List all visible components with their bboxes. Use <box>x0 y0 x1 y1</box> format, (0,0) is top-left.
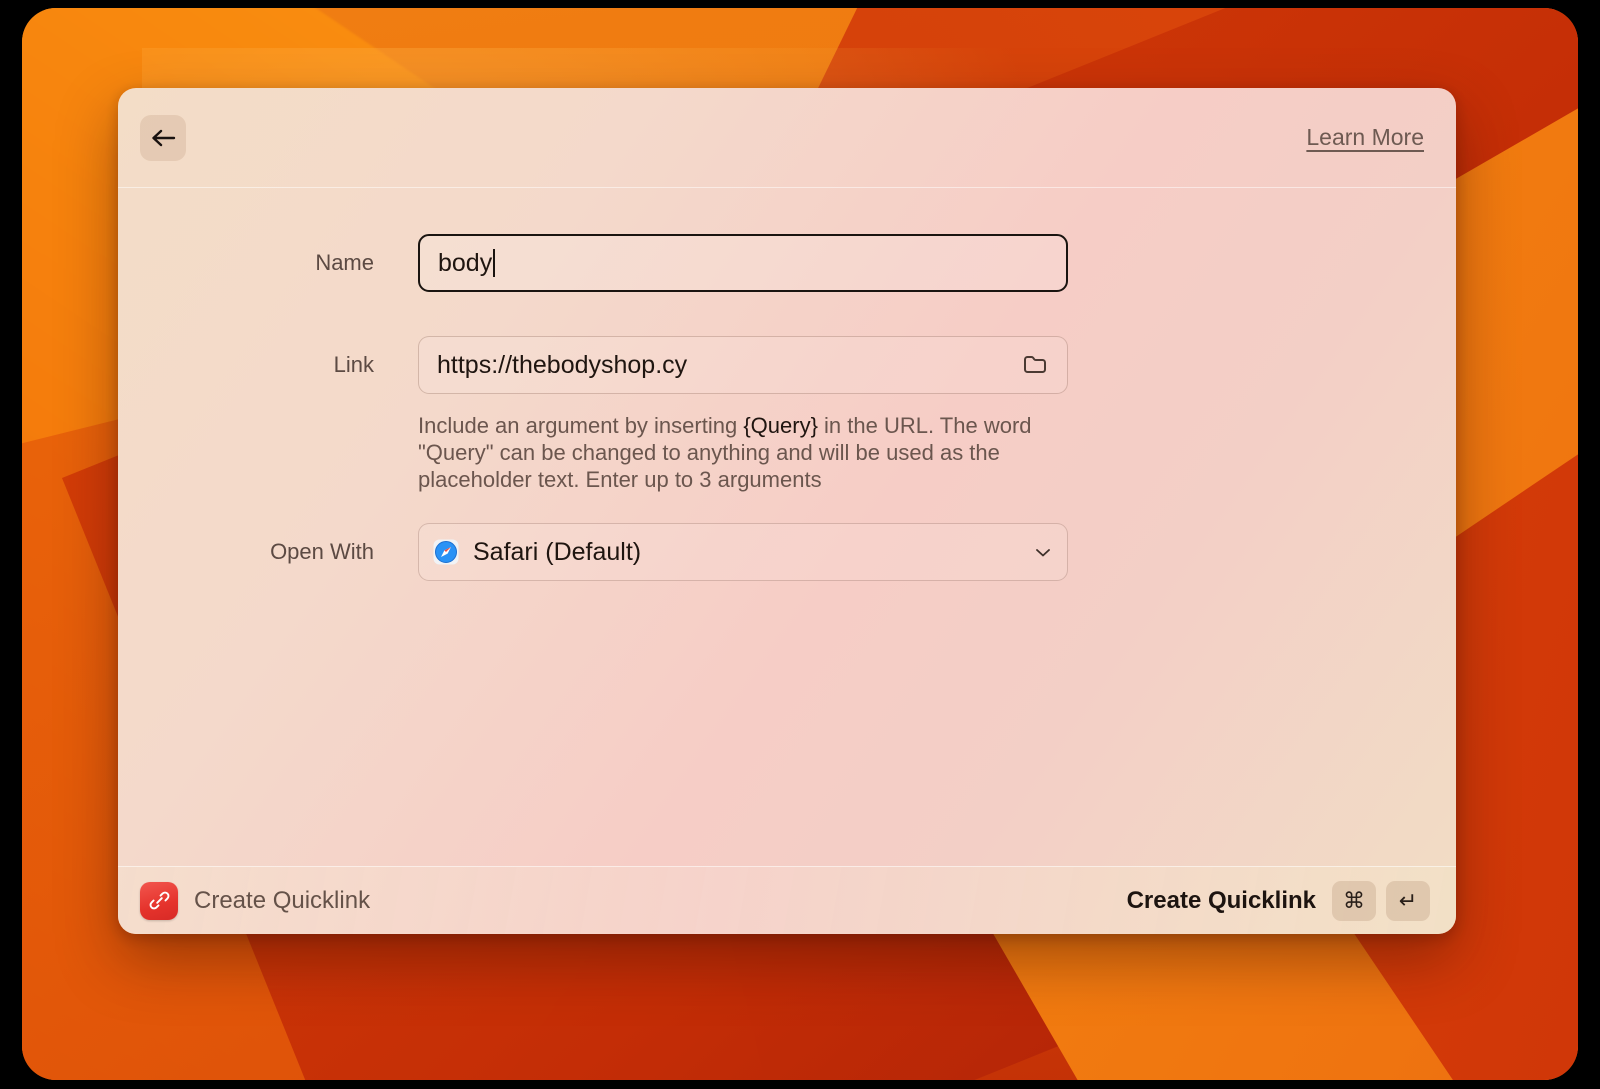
window-footer: Create Quicklink Create Quicklink ⌘ ↵ <box>118 866 1456 934</box>
helper-part-1: Include an argument by inserting <box>418 413 744 438</box>
name-label: Name <box>315 250 374 275</box>
safari-compass-icon <box>433 539 459 565</box>
browse-folder-button[interactable] <box>1019 349 1051 381</box>
footer-title: Create Quicklink <box>194 886 371 914</box>
learn-more-link[interactable]: Learn More <box>1306 124 1424 151</box>
quicklink-form: Name body Link https://thebodyshop.cy In… <box>118 188 1456 878</box>
back-button[interactable] <box>140 114 186 161</box>
arrow-left-icon <box>150 128 176 148</box>
link-input-value: https://thebodyshop.cy <box>437 350 688 379</box>
open-with-select[interactable]: Safari (Default) <box>418 523 1068 581</box>
window-header: Learn More <box>118 88 1456 188</box>
link-input[interactable]: https://thebodyshop.cy <box>418 336 1068 394</box>
create-quicklink-window: Learn More Name body Link https://thebod… <box>118 88 1456 934</box>
form-row-name: Name body <box>118 234 1456 292</box>
text-caret <box>493 249 496 277</box>
footer-left-group: Create Quicklink <box>140 881 371 920</box>
name-input-value: body <box>438 248 493 277</box>
form-row-link: Link https://thebodyshop.cy <box>118 336 1456 394</box>
chevron-down-icon <box>1033 545 1053 559</box>
form-row-open-with: Open With Safari (Default) <box>118 523 1456 581</box>
open-with-selected-value: Safari (Default) <box>473 537 642 566</box>
argument-helper-text: Include an argument by inserting {Query}… <box>418 412 1068 493</box>
name-input[interactable]: body <box>418 234 1068 292</box>
form-row-helper: Include an argument by inserting {Query}… <box>118 412 1456 493</box>
shortcut-command-key[interactable]: ⌘ <box>1332 880 1376 921</box>
create-quicklink-action[interactable]: Create Quicklink <box>1127 887 1316 915</box>
quicklink-chain-icon <box>140 881 178 920</box>
folder-icon <box>1022 352 1048 379</box>
shortcut-enter-key[interactable]: ↵ <box>1386 880 1430 921</box>
open-with-label: Open With <box>270 539 374 564</box>
desktop: Learn More Name body Link https://thebod… <box>0 0 1600 1089</box>
link-label: Link <box>333 352 374 377</box>
footer-actions: Create Quicklink ⌘ ↵ <box>1127 880 1430 921</box>
query-token: {Query} <box>743 413 818 438</box>
